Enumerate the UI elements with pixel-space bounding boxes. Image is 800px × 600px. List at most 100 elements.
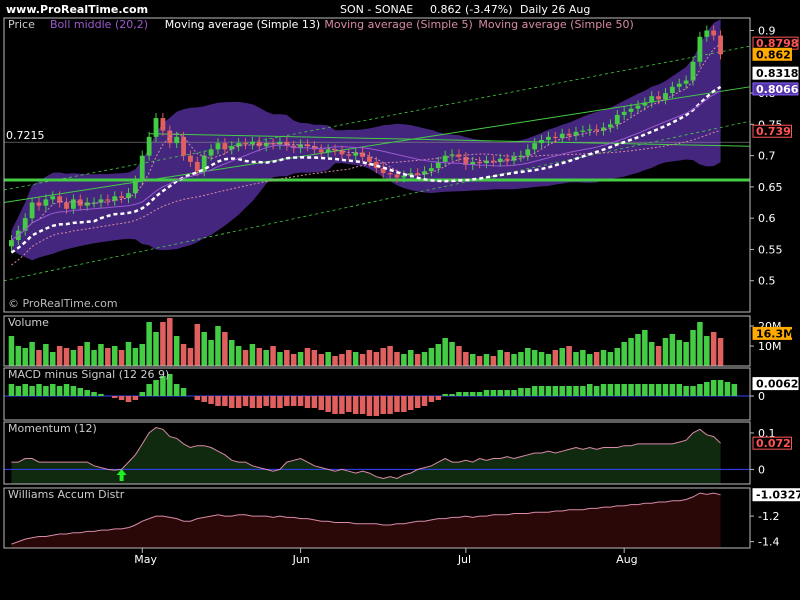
legend-3-0: Momentum (12) xyxy=(8,422,97,435)
macd-bar xyxy=(173,384,180,396)
volume-bar xyxy=(669,334,676,366)
candle-body xyxy=(415,173,421,175)
macd-bar xyxy=(414,396,421,408)
candle-body xyxy=(387,173,393,175)
macd-bar xyxy=(194,396,201,400)
candle-body xyxy=(449,154,455,156)
macd-bar xyxy=(84,390,90,396)
macd-bar xyxy=(153,380,159,396)
candle-body xyxy=(243,143,248,145)
macd-bar xyxy=(63,384,70,396)
candle-body xyxy=(318,149,324,153)
macd-bar xyxy=(518,388,524,396)
volume-bar xyxy=(614,348,621,366)
macd-bar xyxy=(511,390,517,396)
value-label-0-2: 0.8318 xyxy=(756,67,798,80)
macd-bar xyxy=(490,390,497,396)
volume-bar xyxy=(208,340,214,366)
macd-bar xyxy=(394,396,400,412)
candle-body xyxy=(222,143,228,150)
volume-bar xyxy=(304,348,311,366)
ytick-label-0-2: 0.6 xyxy=(758,212,776,225)
month-label-1: Jun xyxy=(292,553,310,566)
candle-body xyxy=(401,175,407,178)
macd-bar xyxy=(311,396,318,408)
macd-bar xyxy=(559,386,565,396)
volume-bar xyxy=(710,332,717,366)
volume-bar xyxy=(263,350,269,366)
volume-bar xyxy=(8,336,15,366)
panels: 0.7215 Price Boll middle (20,2) Moving aver… xyxy=(3,17,800,549)
volume-bar xyxy=(449,342,455,366)
volume-bar xyxy=(325,352,331,366)
volume-bar xyxy=(469,354,476,366)
value-label-2-0: 0.0062 xyxy=(756,378,798,391)
candle-body xyxy=(642,102,648,106)
volume-bar xyxy=(63,348,70,366)
candle-body xyxy=(188,155,193,162)
macd-bar xyxy=(43,386,49,396)
legend-0-2: Moving average (Simple 13) xyxy=(165,18,320,31)
month-label-3: Aug xyxy=(616,553,637,566)
volume-bar xyxy=(49,352,56,366)
candle-body xyxy=(546,136,551,140)
candle-body xyxy=(676,83,682,87)
volume-bar xyxy=(511,354,517,366)
macd-bar xyxy=(538,386,545,396)
macd-bar xyxy=(139,392,146,396)
candle-body xyxy=(325,149,331,153)
volume-bar xyxy=(428,348,435,366)
macd-bar xyxy=(387,396,393,414)
candle-body xyxy=(587,129,593,131)
macd-bar xyxy=(483,390,490,396)
macd-bar xyxy=(497,390,504,396)
candle-body xyxy=(215,143,221,150)
macd-bar xyxy=(201,396,207,402)
volume-bar xyxy=(662,338,669,366)
volume-bar xyxy=(105,348,111,366)
macd-bar xyxy=(600,384,607,396)
macd-bar xyxy=(22,384,28,396)
macd-bar xyxy=(346,396,352,412)
macd-bar xyxy=(463,392,469,396)
macd-bar xyxy=(215,396,221,406)
candle-body xyxy=(566,133,572,136)
ytick-label-0-0: 0.5 xyxy=(758,275,776,288)
macd-bar xyxy=(222,396,228,406)
candle-body xyxy=(422,171,427,175)
macd-bar xyxy=(125,396,132,402)
ytick-label-4-1: -1.4 xyxy=(758,536,779,549)
volume-bar xyxy=(70,350,77,366)
macd-bar xyxy=(132,396,139,400)
volume-bar xyxy=(525,348,531,366)
candle-body xyxy=(139,155,145,181)
volume-bar xyxy=(201,332,207,366)
candle-body xyxy=(249,141,255,145)
volume-bar xyxy=(697,322,703,366)
volume-bar xyxy=(318,354,325,366)
legend-2-0: MACD minus Signal (12 26 9) xyxy=(8,368,169,381)
volume-bar xyxy=(642,330,648,366)
volume-bar xyxy=(442,338,448,366)
macd-bar xyxy=(676,384,683,396)
macd-bar xyxy=(621,384,627,396)
macd-bar xyxy=(724,382,731,396)
ytick-label-1-0: 10M xyxy=(758,340,782,353)
candle-body xyxy=(456,154,462,157)
volume-bar xyxy=(339,354,345,366)
volume-bar xyxy=(359,354,366,366)
volume-bar xyxy=(593,352,600,366)
month-label-0: May xyxy=(134,553,157,566)
macd-bar xyxy=(642,384,648,396)
volume-bar xyxy=(256,348,263,366)
macd-bar xyxy=(15,386,22,396)
volume-bar xyxy=(401,354,407,366)
candle-body xyxy=(105,199,111,201)
candle-body xyxy=(22,218,28,231)
volume-bar xyxy=(187,348,194,366)
volume-bar xyxy=(463,352,469,366)
legend-4-0: Williams Accum Distr xyxy=(8,488,125,501)
volume-bar xyxy=(559,348,565,366)
macd-bar xyxy=(91,392,97,396)
value-label-4-0: -1.0327 xyxy=(756,489,800,502)
